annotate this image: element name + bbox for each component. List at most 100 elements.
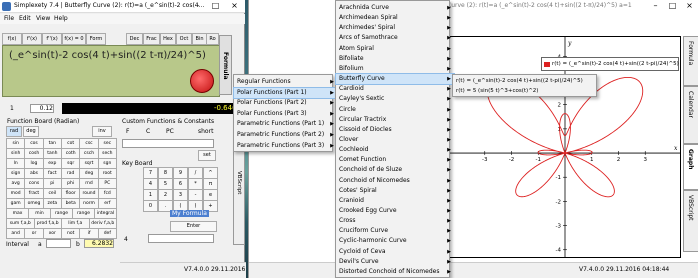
minimize-button[interactable]: – [189,0,206,13]
menu-item-polar-functions-part-3-[interactable]: Polar Functions (Part 3) ▶ [234,109,337,119]
formula-tab-label: Formula [222,52,229,80]
menu-item-atom-spiral[interactable]: Atom Spiral ▶ [336,44,454,54]
menu-item-cotes-spiral[interactable]: Cotes' Spiral ▶ [336,186,454,196]
maximize-button[interactable]: □ [207,0,224,13]
menu-file[interactable]: File [4,15,14,22]
func-key-def[interactable]: def [97,228,117,239]
graph-status-bar: V7.4.0.0 29.11.2016 04:18:44 [249,262,698,278]
menu-item-regular-functions[interactable]: Regular Functions ▶ [234,77,337,87]
func-key-if[interactable]: if [79,228,99,239]
butterfly-formula-item-1[interactable]: r(t) = (_e^sin(t)-2 cos(4 t)+sin((2 t-pi… [453,76,601,86]
legend-text: r(t) = (_e^sin(t)-2 cos(4 t)+sin((2 t-pi… [552,61,679,67]
menu-item-label: Bifoliate [339,54,364,62]
formula-side-tab[interactable]: Formula [219,35,232,95]
menu-item-bifolium[interactable]: Bifolium ▶ [336,64,454,74]
mode-ro[interactable]: Ro [206,33,219,45]
vbscript-side-tab[interactable]: VBScript [233,150,245,245]
menu-item-parametric-functions-part-1-[interactable]: Parametric Functions (Part 1) ▶ [234,119,337,129]
menu-item-label: Conchoid of Nicomedes [339,176,410,184]
menu-item-crooked-egg-curve[interactable]: Crooked Egg Curve ▶ [336,206,454,216]
menu-item-cruciform-curve[interactable]: Cruciform Curve ▶ [336,226,454,236]
menu-item-bifoliate[interactable]: Bifoliate ▶ [336,54,454,64]
graph-minimize-button[interactable]: – [647,0,664,13]
menu-edit[interactable]: Edit [19,15,31,22]
menu-item-arachnida-curve[interactable]: Arachnida Curve ▶ [336,3,454,13]
menu-item-label: Cyclic-harmonic Curve [339,237,407,245]
mode-oct[interactable]: Oct [176,33,192,45]
set-button[interactable]: set [198,150,216,161]
graph-title-bar: Curve (2): r(t)=a (_e^sin(t)-2 cos(4 t)+… [249,0,698,13]
fx-prime-button[interactable]: f'(x) [22,33,42,45]
graph-close-button[interactable]: × [681,0,698,13]
menu-item-cross[interactable]: Cross ▶ [336,216,454,226]
interval-a-label: a [38,241,42,248]
menu-item-parametric-functions-part-3-[interactable]: Parametric Functions (Part 3) ▶ [234,141,337,151]
menu-item-polar-functions-part-2-[interactable]: Polar Functions (Part 2) ▶ [234,98,337,108]
side-tab-formula[interactable]: Formula [683,36,698,86]
fx-second-button[interactable]: f''(x) [42,33,62,45]
menu-item-conchoid-of-nicomedes[interactable]: Conchoid of Nicomedes ▶ [336,176,454,186]
my-formula-button[interactable]: My Formula [170,210,209,217]
rad-button[interactable]: rad [6,126,22,137]
side-tab-graph-label: Graph [687,149,694,170]
mode-hex[interactable]: Hex [160,33,176,45]
menu-view[interactable]: View [36,15,50,22]
form-button[interactable]: Form [86,33,106,45]
graph-maximize-button[interactable]: □ [664,0,681,13]
func-key-xor[interactable]: xor [42,228,62,239]
menu-item-cardioid[interactable]: Cardioid ▶ [336,84,454,94]
menu-item-cyclic-harmonic-curve[interactable]: Cyclic-harmonic Curve ▶ [336,236,454,246]
menu-item-archimedean-spiral[interactable]: Archimedean Spiral ▶ [336,13,454,23]
radio-pc[interactable]: PC [166,128,174,135]
menu-item-devil-s-curve[interactable]: Devil's Curve ▶ [336,257,454,267]
func-key-and[interactable]: and [6,228,26,239]
menu-item-cranioid[interactable]: Cranioid ▶ [336,196,454,206]
menu-item-cycloid-of-ceva[interactable]: Cycloid of Ceva ▶ [336,247,454,257]
expression-display[interactable]: (_e^sin(t)-2 cos(4 t)+sin((2 t-π)/24)^5) [2,45,220,97]
butterfly-formula-item-2[interactable]: r(t) = 5 (sin(5 t)^3+cos(t)^2) [453,86,601,96]
step-input[interactable]: 0.12 [30,104,54,113]
menu-item-distorted-conchoid-of-nicomedes[interactable]: Distorted Conchoid of Nicomedes ▶ [336,267,454,277]
graph-side-tabs: Formula Calendar Graph VBScript [683,36,698,256]
fx-button[interactable]: f(x) [2,33,22,45]
mode-dec[interactable]: Dec [126,33,143,45]
interval-a-input[interactable] [46,239,71,248]
deg-button[interactable]: deg [23,126,39,137]
keypad-key-3-0[interactable]: 0 [143,200,158,212]
side-tab-graph[interactable]: Graph [683,144,698,190]
short-checkbox[interactable]: short [198,128,213,135]
chart-legend: r(t) = (_e^sin(t)-2 cos(4 t)+sin((2 t-pi… [541,57,679,71]
menu-item-cissoid-of-diocles[interactable]: Cissoid of Diocles ▶ [336,125,454,135]
menu-item-circle[interactable]: Circle ▶ [336,105,454,115]
custom-functions-dropdown[interactable] [122,139,214,148]
side-tab-vbscript[interactable]: VBScript [683,190,698,252]
menu-item-polar-functions-part-1-[interactable]: Polar Functions (Part 1) ▶ [233,86,338,100]
menu-item-circular-tractrix[interactable]: Circular Tractrix ▶ [336,115,454,125]
submenu-arrow-icon: ▶ [447,238,451,245]
menu-item-butterfly-curve[interactable]: Butterfly Curve ▶ [335,73,455,86]
menu-item-clover[interactable]: Clover ▶ [336,135,454,145]
radio-f[interactable]: F [126,128,129,135]
radio-c[interactable]: C [146,128,150,135]
menu-item-cayley-s-sextic[interactable]: Cayley's Sextic ▶ [336,94,454,104]
inv-button[interactable]: inv [92,126,112,137]
record-button[interactable] [190,69,214,93]
menu-item-arcs-of-samothrace[interactable]: Arcs of Samothrace ▶ [336,33,454,43]
enter-button[interactable]: Enter [170,221,217,232]
menu-item-comet-function[interactable]: Comet Function ▶ [336,155,454,165]
menu-help[interactable]: Help [54,15,68,22]
mode-bin[interactable]: Bin [192,33,207,45]
menu-item-label: Clover [339,135,359,143]
mode-frac[interactable]: Frac [143,33,160,45]
search-input[interactable] [148,234,214,243]
menu-item-conchoid-of-de-sluze[interactable]: Conchoid of de Sluze ▶ [336,165,454,175]
menu-item-cochleoid[interactable]: Cochleoid ▶ [336,145,454,155]
func-key-not[interactable]: not [61,228,81,239]
close-button[interactable]: × [226,0,243,13]
fx-zero-button[interactable]: f(x) = 0 [62,33,86,45]
func-key-or[interactable]: or [24,228,44,239]
side-tab-calendar[interactable]: Calendar [683,86,698,144]
menu-item-archimedes-spiral[interactable]: Archimedes' Spiral ▶ [336,23,454,33]
menu-item-parametric-functions-part-2-[interactable]: Parametric Functions (Part 2) ▶ [234,130,337,140]
interval-b-input[interactable]: 6.2832 [84,239,114,248]
